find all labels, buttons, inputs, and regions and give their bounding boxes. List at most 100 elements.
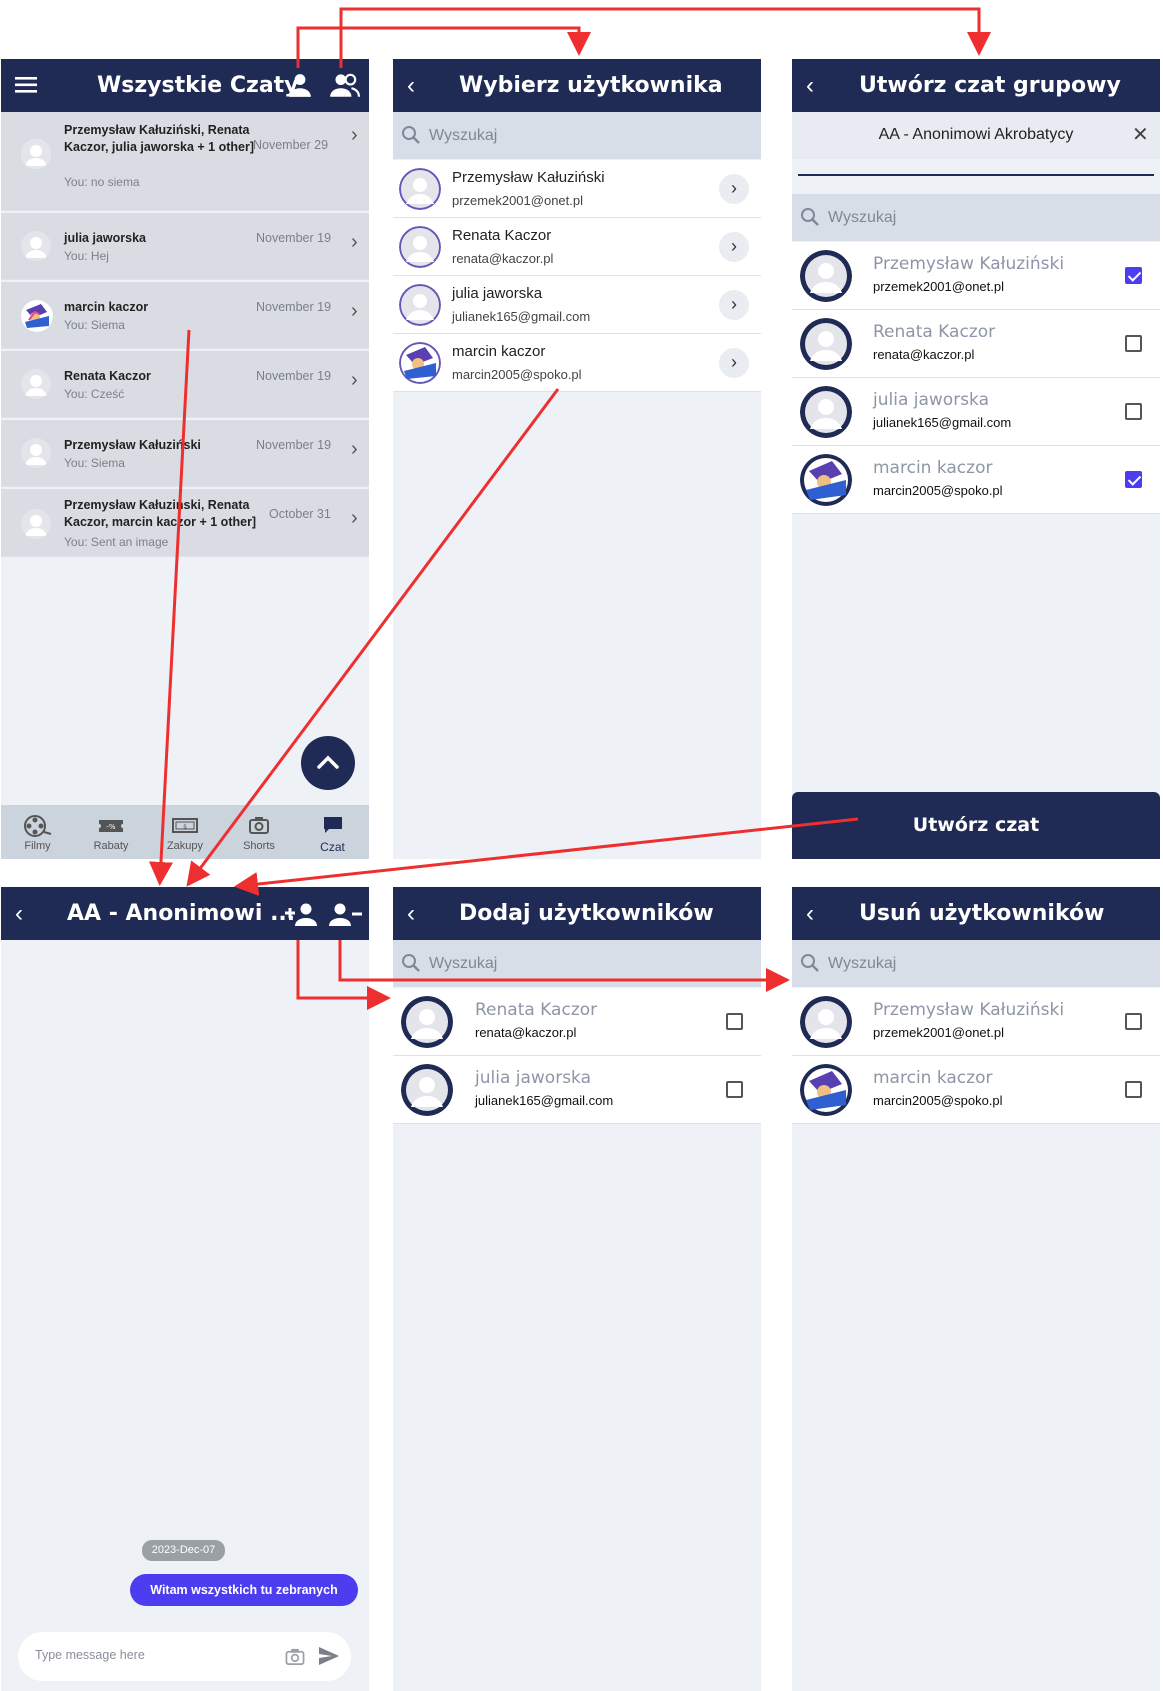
send-icon[interactable] — [318, 1645, 340, 1672]
group-name-field[interactable]: AA - Anonimowi Akrobatycy ✕ — [792, 112, 1160, 159]
select-checkbox[interactable] — [1125, 403, 1142, 420]
search-input[interactable]: Wyszukaj — [393, 940, 761, 987]
user-list-item[interactable]: julia jaworska julianek165@gmail.com — [393, 1056, 761, 1124]
back-arrow-icon[interactable]: ‹ — [806, 887, 814, 940]
user-list-item[interactable]: marcin kaczor marcin2005@spoko.pl — [792, 446, 1160, 514]
user-email: marcin2005@spoko.pl — [873, 483, 1003, 498]
search-icon — [402, 954, 420, 972]
select-checkbox[interactable] — [1125, 471, 1142, 488]
message-placeholder: Type message here — [35, 1648, 145, 1662]
close-icon[interactable]: ✕ — [1132, 122, 1149, 147]
chat-list-item[interactable]: Przemysław Kałuziński, Renata Kaczor, ju… — [1, 112, 369, 211]
user-list-item[interactable]: Przemysław Kałuziński przemek2001@onet.p… — [792, 242, 1160, 310]
custom-avatar — [21, 300, 53, 332]
screen-select-user: ‹ Wybierz użytkownika Wyszukaj Przemysła… — [393, 59, 761, 859]
select-checkbox[interactable] — [726, 1013, 743, 1030]
avatar — [401, 996, 453, 1048]
chevron-right-icon: › — [351, 124, 358, 146]
chat-list-item[interactable]: Przemysław Kałuziński, Renata Kaczor, ma… — [1, 489, 369, 557]
user-list-item[interactable]: Przemysław Kałuziński przemek2001@onet.p… — [792, 988, 1160, 1056]
search-icon — [801, 954, 819, 972]
search-input[interactable]: Wyszukaj — [393, 112, 761, 159]
user-list-item[interactable]: Renata Kaczor renata@kaczor.pl — [393, 988, 761, 1056]
nav-label: Filmy — [24, 840, 51, 852]
user-email: julianek165@gmail.com — [452, 309, 591, 324]
chat-date: October 31 — [269, 507, 331, 521]
back-arrow-icon[interactable]: ‹ — [806, 59, 814, 112]
app-header: Wszystkie Czaty — [1, 59, 369, 112]
select-checkbox[interactable] — [1125, 335, 1142, 352]
nav-item-filmy[interactable]: Filmy — [1, 805, 74, 859]
user-email: renata@kaczor.pl — [475, 1025, 577, 1040]
search-input[interactable]: Wyszukaj — [792, 194, 1160, 241]
select-checkbox[interactable] — [726, 1081, 743, 1098]
user-email: przemek2001@onet.pl — [452, 193, 583, 208]
user-list-item[interactable]: julia jaworska julianek165@gmail.com › — [393, 276, 761, 334]
chevron-up-icon — [317, 755, 339, 769]
chevron-right-icon: › — [351, 507, 358, 529]
chat-list-item[interactable]: julia jaworska November 19 You: Hej › — [1, 213, 369, 280]
search-icon — [402, 126, 420, 144]
user-email: renata@kaczor.pl — [873, 347, 975, 362]
user-email: marcin2005@spoko.pl — [452, 367, 582, 382]
page-title: Wszystkie Czaty — [97, 73, 299, 98]
avatar — [800, 996, 852, 1048]
chat-date: November 29 — [253, 138, 329, 152]
scroll-top-button[interactable] — [301, 736, 355, 790]
chat-name: Przemysław Kałuziński, Renata Kaczor, ma… — [64, 498, 257, 529]
page-title: AA - Anonimowi ... — [67, 901, 296, 926]
page-title: Wybierz użytkownika — [459, 73, 723, 98]
app-header: ‹ Utwórz czat grupowy — [792, 59, 1160, 112]
select-checkbox[interactable] — [1125, 267, 1142, 284]
new-group-chat-icon[interactable] — [328, 72, 360, 103]
user-list-item[interactable]: Renata Kaczor renata@kaczor.pl — [792, 310, 1160, 378]
chevron-right-icon[interactable]: › — [719, 348, 749, 378]
screen-add-users: ‹ Dodaj użytkowników Wyszukaj Renata Kac… — [393, 887, 761, 1691]
avatar — [800, 318, 852, 370]
menu-icon[interactable] — [15, 77, 37, 98]
chevron-right-icon[interactable]: › — [719, 174, 749, 204]
add-user-icon[interactable] — [284, 901, 318, 932]
discount-tag-icon: -% — [99, 820, 123, 832]
nav-item-czat[interactable]: Czat — [296, 805, 369, 859]
chevron-right-icon[interactable]: › — [719, 290, 749, 320]
message-input[interactable]: Type message here — [18, 1632, 351, 1681]
chat-preview: You: Hej — [64, 249, 109, 263]
nav-item-shorts[interactable]: Shorts — [222, 805, 296, 859]
chat-preview: You: Siema — [64, 318, 125, 332]
app-header: ‹ AA - Anonimowi ... — [1, 887, 369, 940]
back-arrow-icon[interactable]: ‹ — [15, 887, 23, 940]
screen-group-chat: ‹ AA - Anonimowi ... 2023-Dec-07 Witam w… — [1, 887, 369, 1691]
select-checkbox[interactable] — [1125, 1013, 1142, 1030]
remove-user-icon[interactable] — [329, 901, 363, 932]
select-checkbox[interactable] — [1125, 1081, 1142, 1098]
user-list-item[interactable]: marcin kaczor marcin2005@spoko.pl — [792, 1056, 1160, 1124]
chat-list-item[interactable]: Renata Kaczor November 19 You: Cześć › — [1, 351, 369, 418]
user-email: przemek2001@onet.pl — [873, 1025, 1004, 1040]
custom-avatar — [800, 1064, 852, 1116]
back-arrow-icon[interactable]: ‹ — [407, 59, 415, 112]
user-email: julianek165@gmail.com — [873, 415, 1012, 430]
new-chat-person-icon[interactable] — [287, 72, 313, 103]
chat-list-item[interactable]: Przemysław Kałuziński November 19 You: S… — [1, 420, 369, 487]
user-list-item[interactable]: Przemysław Kałuziński przemek2001@onet.p… — [393, 160, 761, 218]
bottom-nav: Filmy -% Rabaty $ Zakupy Shorts Czat — [1, 805, 369, 859]
nav-label: Rabaty — [93, 840, 129, 852]
chat-preview: You: Siema — [64, 456, 125, 470]
nav-item-rabaty[interactable]: -% Rabaty — [74, 805, 148, 859]
back-arrow-icon[interactable]: ‹ — [407, 887, 415, 940]
nav-item-zakupy[interactable]: $ Zakupy — [148, 805, 222, 859]
create-chat-button[interactable]: Utwórz czat — [792, 792, 1160, 859]
user-list-item[interactable]: julia jaworska julianek165@gmail.com — [792, 378, 1160, 446]
chevron-right-icon[interactable]: › — [719, 232, 749, 262]
camera-icon[interactable] — [284, 1647, 306, 1671]
avatar — [399, 284, 441, 326]
avatar — [399, 168, 441, 210]
search-placeholder: Wyszukaj — [828, 955, 897, 972]
chat-name: Renata Kaczor — [64, 369, 151, 383]
chat-name: Przemysław Kałuziński, Renata Kaczor, ju… — [64, 123, 255, 154]
chat-list-item[interactable]: marcin kaczor November 19 You: Siema › — [1, 282, 369, 349]
user-list-item[interactable]: Renata Kaczor renata@kaczor.pl › — [393, 218, 761, 276]
search-input[interactable]: Wyszukaj — [792, 940, 1160, 987]
user-list-item[interactable]: marcin kaczor marcin2005@spoko.pl › — [393, 334, 761, 392]
